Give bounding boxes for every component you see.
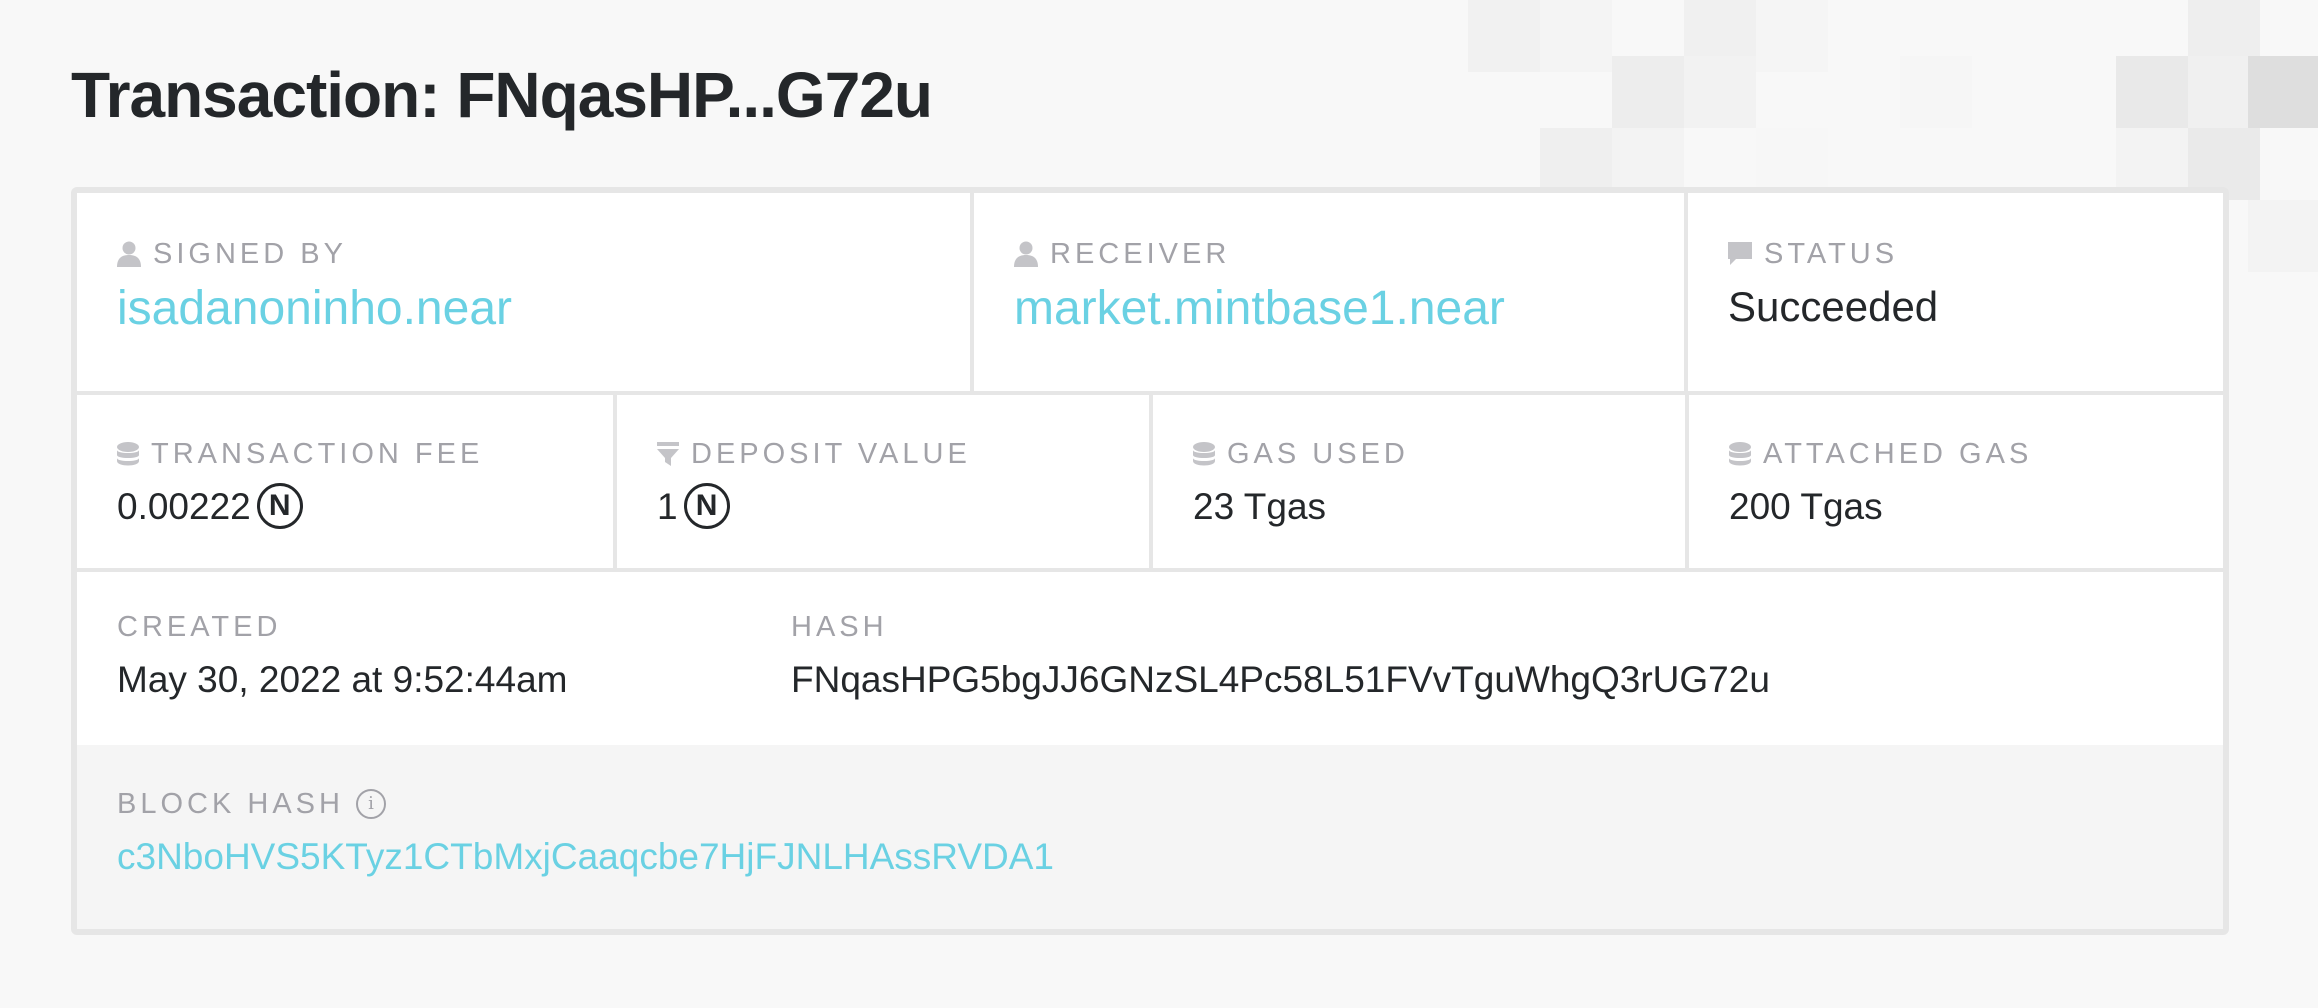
deposit-value-label-text: DEPOSIT VALUE [691, 438, 971, 470]
signed-by-label-text: SIGNED BY [153, 238, 347, 270]
block-hash-link[interactable]: c3NboHVS5KTyz1CTbMxjCaaqcbe7HjFJNLHAssRV… [117, 831, 2223, 883]
block-hash-cell: BLOCK HASH i c3NboHVS5KTyz1CTbMxjCaaqcbe… [77, 745, 2223, 929]
gas-used-cell: GAS USED 23 Tgas [1153, 391, 1689, 568]
database-icon [117, 442, 139, 466]
database-icon [1729, 442, 1751, 466]
attached-gas-label-text: ATTACHED GAS [1763, 438, 2033, 470]
signed-by-label: SIGNED BY [117, 237, 970, 271]
hash-value: FNqasHPG5bgJJ6GNzSL4Pc58L51FVvTguWhgQ3rU… [791, 659, 1770, 700]
signed-by-link[interactable]: isadanoninho.near [117, 279, 970, 339]
near-token-icon: N [683, 483, 730, 530]
attached-gas-value: 200 Tgas [1729, 486, 1883, 527]
receiver-label: RECEIVER [1014, 237, 1684, 271]
receiver-label-text: RECEIVER [1050, 238, 1231, 270]
deposit-value-label: DEPOSIT VALUE [657, 437, 1149, 471]
hash-cell: HASH FNqasHPG5bgJJ6GNzSL4Pc58L51FVvTguWh… [791, 568, 2191, 745]
transaction-fee-value: 0.00222 N [117, 481, 613, 533]
transaction-fee-label: TRANSACTION FEE [117, 437, 613, 471]
info-icon[interactable]: i [355, 789, 386, 819]
gas-used-label-text: GAS USED [1227, 438, 1409, 470]
transaction-details-card: SIGNED BY isadanoninho.near RECEIVER mar… [71, 187, 2229, 935]
created-cell: CREATED May 30, 2022 at 9:52:44am [77, 568, 791, 745]
signed-by-cell: SIGNED BY isadanoninho.near [77, 193, 974, 391]
transaction-page: Transaction: FNqasHP...G72u SIGNED BY is… [0, 0, 2318, 1008]
attached-gas-label: ATTACHED GAS [1729, 437, 2223, 471]
created-label: CREATED [117, 611, 282, 643]
transaction-fee-cell: TRANSACTION FEE 0.00222 N [77, 391, 617, 568]
filter-icon [657, 442, 679, 466]
gas-used-label: GAS USED [1193, 437, 1685, 471]
hash-label: HASH [791, 611, 888, 643]
deposit-value-value: 1N [657, 481, 1149, 533]
user-icon [1014, 241, 1038, 267]
near-token-icon: N [256, 483, 303, 530]
block-hash-label-text: BLOCK HASH [117, 788, 344, 820]
database-icon [1193, 442, 1215, 466]
block-hash-label: BLOCK HASH i [117, 787, 2223, 821]
parties-row: SIGNED BY isadanoninho.near RECEIVER mar… [77, 193, 2223, 395]
status-label: STATUS [1728, 237, 2223, 271]
status-value: Succeeded [1728, 283, 1939, 330]
status-label-text: STATUS [1764, 238, 1899, 270]
receiver-link[interactable]: market.mintbase1.near [1014, 279, 1684, 339]
deposit-value-cell: DEPOSIT VALUE 1N [617, 391, 1153, 568]
block-hash-row: BLOCK HASH i c3NboHVS5KTyz1CTbMxjCaaqcbe… [77, 745, 2223, 929]
gas-used-value: 23 Tgas [1193, 486, 1327, 527]
gas-row: TRANSACTION FEE 0.00222 N DEPOSIT VALUE 1… [77, 391, 2223, 572]
receiver-cell: RECEIVER market.mintbase1.near [974, 193, 1688, 391]
user-icon [117, 241, 141, 267]
created-hash-row: CREATED May 30, 2022 at 9:52:44am HASH F… [77, 568, 2223, 745]
transaction-fee-amount: 0.00222 [117, 486, 251, 527]
transaction-fee-label-text: TRANSACTION FEE [151, 438, 484, 470]
created-value: May 30, 2022 at 9:52:44am [117, 659, 568, 700]
page-title: Transaction: FNqasHP...G72u [71, 59, 933, 131]
speech-bubble-icon [1728, 242, 1752, 266]
deposit-value-amount: 1 [657, 486, 678, 527]
status-cell: STATUS Succeeded [1688, 193, 2223, 391]
attached-gas-cell: ATTACHED GAS 200 Tgas [1689, 391, 2223, 568]
